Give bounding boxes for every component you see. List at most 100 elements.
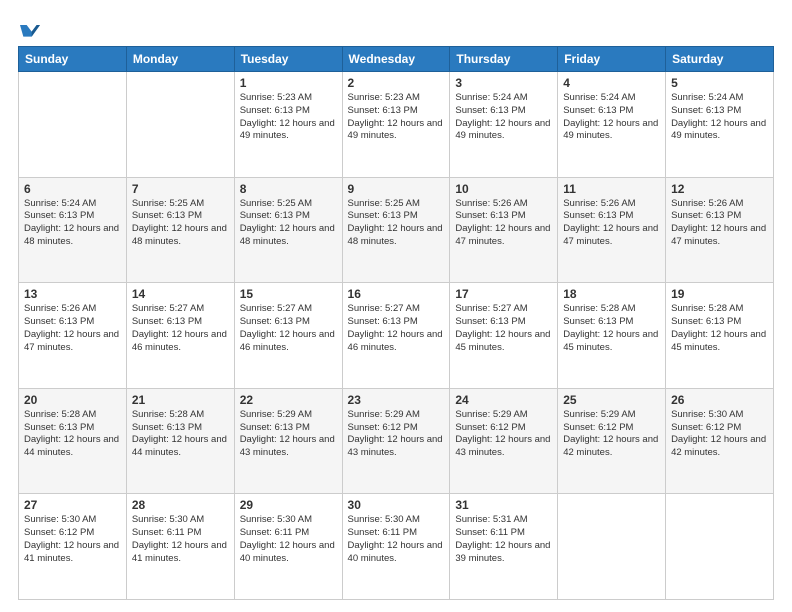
day-info: Sunrise: 5:27 AM Sunset: 6:13 PM Dayligh…: [455, 303, 552, 354]
day-number: 13: [24, 287, 121, 301]
header: [18, 18, 774, 36]
calendar-week-row: 27Sunrise: 5:30 AM Sunset: 6:12 PM Dayli…: [19, 494, 774, 600]
day-info: Sunrise: 5:25 AM Sunset: 6:13 PM Dayligh…: [348, 198, 445, 249]
day-info: Sunrise: 5:30 AM Sunset: 6:11 PM Dayligh…: [240, 514, 337, 565]
day-number: 18: [563, 287, 660, 301]
day-info: Sunrise: 5:26 AM Sunset: 6:13 PM Dayligh…: [563, 198, 660, 249]
table-row: 21Sunrise: 5:28 AM Sunset: 6:13 PM Dayli…: [126, 388, 234, 494]
day-info: Sunrise: 5:29 AM Sunset: 6:12 PM Dayligh…: [348, 409, 445, 460]
day-number: 4: [563, 76, 660, 90]
day-number: 26: [671, 393, 768, 407]
day-info: Sunrise: 5:28 AM Sunset: 6:13 PM Dayligh…: [671, 303, 768, 354]
day-info: Sunrise: 5:25 AM Sunset: 6:13 PM Dayligh…: [132, 198, 229, 249]
day-info: Sunrise: 5:26 AM Sunset: 6:13 PM Dayligh…: [671, 198, 768, 249]
table-row: 11 Sunrise: 5:26 AM Sunset: 6:13 PM Dayli…: [558, 177, 666, 283]
day-number: 8: [240, 182, 337, 196]
day-number: 24: [455, 393, 552, 407]
table-row: 15Sunrise: 5:27 AM Sunset: 6:13 PM Dayli…: [234, 283, 342, 389]
table-row: 12 Sunrise: 5:26 AM Sunset: 6:13 PM Dayli…: [666, 177, 774, 283]
calendar-week-row: 6 Sunrise: 5:24 AM Sunset: 6:13 PM Daylig…: [19, 177, 774, 283]
table-row: 4 Sunrise: 5:24 AM Sunset: 6:13 PM Daylig…: [558, 72, 666, 178]
table-row: [666, 494, 774, 600]
day-number: 11: [563, 182, 660, 196]
day-number: 28: [132, 498, 229, 512]
day-number: 1: [240, 76, 337, 90]
table-row: [126, 72, 234, 178]
col-tuesday: Tuesday: [234, 47, 342, 72]
day-number: 9: [348, 182, 445, 196]
table-row: 26 Sunrise: 5:30 AM Sunset: 6:12 PM Dayli…: [666, 388, 774, 494]
day-info: Sunrise: 5:24 AM Sunset: 6:13 PM Dayligh…: [563, 92, 660, 143]
day-number: 17: [455, 287, 552, 301]
day-number: 25: [563, 393, 660, 407]
day-info: Sunrise: 5:26 AM Sunset: 6:13 PM Dayligh…: [455, 198, 552, 249]
day-info: Sunrise: 5:25 AM Sunset: 6:13 PM Dayligh…: [240, 198, 337, 249]
table-row: 16 Sunrise: 5:27 AM Sunset: 6:13 PM Dayli…: [342, 283, 450, 389]
day-info: Sunrise: 5:28 AM Sunset: 6:13 PM Dayligh…: [132, 409, 229, 460]
col-wednesday: Wednesday: [342, 47, 450, 72]
table-row: 3Sunrise: 5:24 AM Sunset: 6:13 PM Daylig…: [450, 72, 558, 178]
day-number: 14: [132, 287, 229, 301]
table-row: 9 Sunrise: 5:25 AM Sunset: 6:13 PM Daylig…: [342, 177, 450, 283]
calendar-body: 1 Sunrise: 5:23 AM Sunset: 6:13 PM Daylig…: [19, 72, 774, 600]
calendar-header-row: Sunday Monday Tuesday Wednesday Thursday…: [19, 47, 774, 72]
col-thursday: Thursday: [450, 47, 558, 72]
day-number: 22: [240, 393, 337, 407]
table-row: 17 Sunrise: 5:27 AM Sunset: 6:13 PM Dayli…: [450, 283, 558, 389]
table-row: 27Sunrise: 5:30 AM Sunset: 6:12 PM Dayli…: [19, 494, 127, 600]
calendar-week-row: 1 Sunrise: 5:23 AM Sunset: 6:13 PM Daylig…: [19, 72, 774, 178]
day-number: 16: [348, 287, 445, 301]
day-info: Sunrise: 5:29 AM Sunset: 6:12 PM Dayligh…: [563, 409, 660, 460]
col-friday: Friday: [558, 47, 666, 72]
day-number: 7: [132, 182, 229, 196]
day-number: 29: [240, 498, 337, 512]
day-info: Sunrise: 5:30 AM Sunset: 6:11 PM Dayligh…: [348, 514, 445, 565]
table-row: 7 Sunrise: 5:25 AM Sunset: 6:13 PM Daylig…: [126, 177, 234, 283]
day-info: Sunrise: 5:30 AM Sunset: 6:12 PM Dayligh…: [671, 409, 768, 460]
day-info: Sunrise: 5:24 AM Sunset: 6:13 PM Dayligh…: [24, 198, 121, 249]
table-row: 14 Sunrise: 5:27 AM Sunset: 6:13 PM Dayli…: [126, 283, 234, 389]
day-number: 23: [348, 393, 445, 407]
day-info: Sunrise: 5:29 AM Sunset: 6:13 PM Dayligh…: [240, 409, 337, 460]
day-info: Sunrise: 5:29 AM Sunset: 6:12 PM Dayligh…: [455, 409, 552, 460]
table-row: 13Sunrise: 5:26 AM Sunset: 6:13 PM Dayli…: [19, 283, 127, 389]
table-row: 25 Sunrise: 5:29 AM Sunset: 6:12 PM Dayli…: [558, 388, 666, 494]
table-row: 5Sunrise: 5:24 AM Sunset: 6:13 PM Daylig…: [666, 72, 774, 178]
day-info: Sunrise: 5:28 AM Sunset: 6:13 PM Dayligh…: [563, 303, 660, 354]
day-number: 5: [671, 76, 768, 90]
table-row: 2Sunrise: 5:23 AM Sunset: 6:13 PM Daylig…: [342, 72, 450, 178]
col-saturday: Saturday: [666, 47, 774, 72]
logo: [18, 18, 40, 36]
table-row: 18 Sunrise: 5:28 AM Sunset: 6:13 PM Dayli…: [558, 283, 666, 389]
table-row: 19Sunrise: 5:28 AM Sunset: 6:13 PM Dayli…: [666, 283, 774, 389]
day-info: Sunrise: 5:27 AM Sunset: 6:13 PM Dayligh…: [240, 303, 337, 354]
col-sunday: Sunday: [19, 47, 127, 72]
day-info: Sunrise: 5:30 AM Sunset: 6:12 PM Dayligh…: [24, 514, 121, 565]
table-row: 10Sunrise: 5:26 AM Sunset: 6:13 PM Dayli…: [450, 177, 558, 283]
table-row: 24 Sunrise: 5:29 AM Sunset: 6:12 PM Dayli…: [450, 388, 558, 494]
day-info: Sunrise: 5:23 AM Sunset: 6:13 PM Dayligh…: [240, 92, 337, 143]
table-row: [19, 72, 127, 178]
day-info: Sunrise: 5:31 AM Sunset: 6:11 PM Dayligh…: [455, 514, 552, 565]
table-row: 22 Sunrise: 5:29 AM Sunset: 6:13 PM Dayli…: [234, 388, 342, 494]
page: Sunday Monday Tuesday Wednesday Thursday…: [0, 0, 792, 612]
table-row: 6 Sunrise: 5:24 AM Sunset: 6:13 PM Daylig…: [19, 177, 127, 283]
table-row: 1 Sunrise: 5:23 AM Sunset: 6:13 PM Daylig…: [234, 72, 342, 178]
day-info: Sunrise: 5:27 AM Sunset: 6:13 PM Dayligh…: [132, 303, 229, 354]
table-row: 29 Sunrise: 5:30 AM Sunset: 6:11 PM Dayli…: [234, 494, 342, 600]
table-row: 23 Sunrise: 5:29 AM Sunset: 6:12 PM Dayli…: [342, 388, 450, 494]
day-number: 12: [671, 182, 768, 196]
day-info: Sunrise: 5:23 AM Sunset: 6:13 PM Dayligh…: [348, 92, 445, 143]
day-info: Sunrise: 5:27 AM Sunset: 6:13 PM Dayligh…: [348, 303, 445, 354]
day-number: 6: [24, 182, 121, 196]
calendar-table: Sunday Monday Tuesday Wednesday Thursday…: [18, 46, 774, 600]
day-number: 30: [348, 498, 445, 512]
day-number: 3: [455, 76, 552, 90]
table-row: 31 Sunrise: 5:31 AM Sunset: 6:11 PM Dayli…: [450, 494, 558, 600]
table-row: 20Sunrise: 5:28 AM Sunset: 6:13 PM Dayli…: [19, 388, 127, 494]
calendar-week-row: 13Sunrise: 5:26 AM Sunset: 6:13 PM Dayli…: [19, 283, 774, 389]
table-row: [558, 494, 666, 600]
day-info: Sunrise: 5:28 AM Sunset: 6:13 PM Dayligh…: [24, 409, 121, 460]
table-row: 8 Sunrise: 5:25 AM Sunset: 6:13 PM Daylig…: [234, 177, 342, 283]
day-number: 31: [455, 498, 552, 512]
